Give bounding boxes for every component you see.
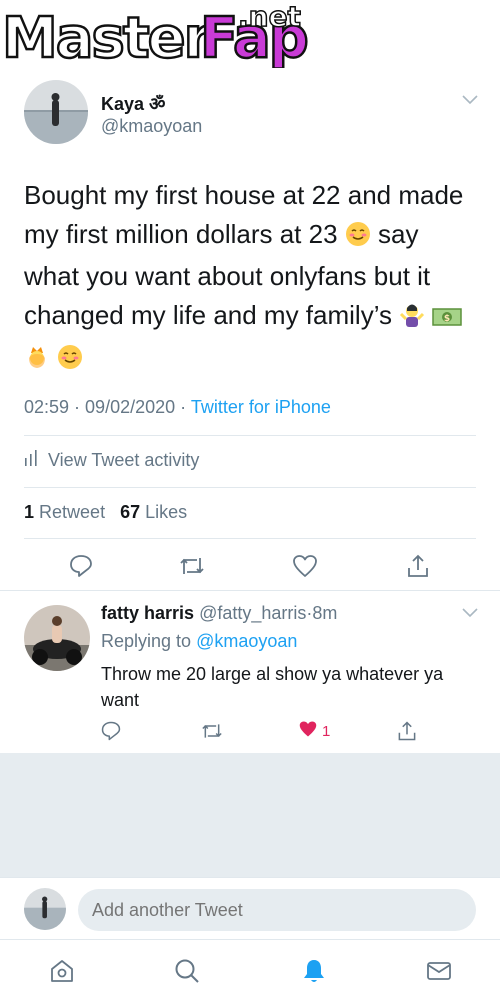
money-emoji-icon: $ [432,300,463,339]
tweet-line [24,338,476,381]
svg-text:.net: .net [238,0,301,33]
replying-to: Replying to @kmaoyoan [101,631,298,651]
messages-icon[interactable] [424,956,454,986]
relieved-emoji-icon [345,219,371,258]
reply-author-handle[interactable]: @fatty_harris [199,603,306,623]
author-avatar[interactable] [24,80,88,144]
tweet-header: Kaya ॐ @kmaoyoan [0,68,500,148]
reply-author-name[interactable]: fatty harris [101,603,194,623]
replying-to-handle[interactable]: @kmaoyoan [196,631,297,651]
svg-text:$: $ [444,314,450,324]
author-name[interactable]: Kaya ॐ [101,92,165,116]
tweet-line: what you want about onlyfans but it [24,261,431,291]
share-icon[interactable] [403,551,433,581]
search-icon[interactable] [172,956,202,986]
empty-timeline-area [0,753,500,877]
reply-icon[interactable] [100,719,122,743]
main-tweet: Kaya ॐ @kmaoyoan Bought my first house a… [0,68,500,577]
tweet-actions [0,551,500,581]
relieved-emoji-icon [57,342,83,381]
heart-icon [298,720,318,743]
author-handle[interactable]: @kmaoyoan [101,116,202,137]
divider [24,538,476,539]
my-avatar[interactable] [24,888,66,930]
reply-actions: 1 [0,719,500,743]
chevron-down-icon[interactable] [462,605,478,623]
tweet-meta: 02:59 · 09/02/2020 · Twitter for iPhone [24,397,331,417]
svg-text:Master: Master [2,6,212,68]
retweet-icon[interactable] [200,719,224,743]
shrug-emoji-icon [399,300,425,339]
reply-icon[interactable] [66,551,96,581]
like-button[interactable]: 1 [298,719,330,743]
retweet-icon[interactable] [177,551,207,581]
tweet-line: Bought my first house at 22 and made [24,180,464,210]
likes-link[interactable]: 67 Likes [120,502,187,522]
divider [24,435,476,436]
view-activity-button[interactable]: View Tweet activity [24,450,199,471]
add-tweet-input[interactable] [78,889,476,931]
tweet-line: changed my life and my family’s $ [24,296,476,339]
tweet-date: 09/02/2020 [85,397,176,417]
retweets-link[interactable]: 1 Retweet [24,502,105,522]
tweet-line: my first million dollars at 23 say [24,215,476,258]
tweet-text: Bought my first house at 22 and made my … [24,176,476,381]
reply-like-count: 1 [322,722,331,740]
reply-text: Throw me 20 large al show ya whatever ya… [101,664,444,710]
reply-header: fatty harris @fatty_harris·8m [101,603,338,623]
compose-bar [0,877,500,939]
watermark-logo: Master Fap .net [0,0,500,68]
reply-age: 8m [312,603,338,623]
activity-bars-icon [24,450,38,471]
tweet-source-link[interactable]: Twitter for iPhone [191,397,331,417]
crown-princess-emoji-icon [24,342,50,381]
view-activity-label: View Tweet activity [48,450,200,470]
bottom-tab-bar [0,939,500,1000]
engagement-counts: 1 Retweet 67 Likes [24,502,187,523]
tweet-time: 02:59 [24,397,70,417]
notifications-icon[interactable] [299,956,329,986]
reply-tweet[interactable]: fatty harris @fatty_harris·8m Replying t… [0,591,500,753]
heart-icon[interactable] [290,551,320,581]
chevron-down-icon[interactable] [462,92,478,110]
share-icon[interactable] [396,719,418,743]
reply-avatar[interactable] [24,605,90,671]
divider [24,487,476,488]
home-icon[interactable] [47,956,77,986]
